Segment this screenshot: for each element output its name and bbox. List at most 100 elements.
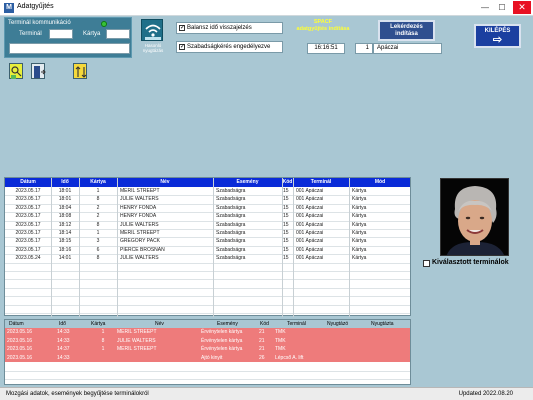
alerts-table[interactable]: Dátum Idő Kártya Név Esemény Kód Terminá… — [4, 319, 411, 389]
card-label: Kártya — [83, 31, 101, 37]
column-header[interactable]: Terminál — [293, 178, 349, 187]
spacf-subtitle: adatgyűjtés indítása — [296, 26, 350, 32]
table-cell: 001 Apáczai — [296, 238, 324, 245]
message-field[interactable] — [9, 43, 130, 54]
column-header[interactable]: Kód — [260, 320, 274, 328]
alert-cell: 1 — [101, 346, 105, 352]
alert-cell: 1 — [101, 329, 105, 335]
alert-cell: 2023.05.16 — [7, 354, 33, 361]
table-cell: 15 — [283, 238, 289, 245]
column-header[interactable]: Idő — [51, 178, 79, 187]
terminal-field[interactable] — [49, 29, 73, 39]
alert-cell: 2023.05.16 — [7, 346, 33, 352]
alert-row[interactable]: 2023.05.16 14:33 8 JULIE WALTERS Érvénytelen… — [5, 336, 410, 345]
card-field[interactable] — [106, 29, 130, 39]
alerts-table-header: Dátum Idő Kártya Név Esemény Kód Terminá… — [5, 320, 410, 328]
column-header[interactable]: Név — [117, 178, 213, 187]
table-cell: 8 — [96, 221, 100, 228]
alert-cell: 14:33 — [57, 337, 70, 344]
table-cell: 14:01 — [58, 255, 72, 262]
table-cell: 2023.05.17 — [15, 221, 41, 228]
table-cell: 001 Apáczai — [296, 188, 324, 194]
table-cell: Kártya — [352, 213, 367, 220]
table-cell: 18:14 — [58, 230, 72, 236]
column-header[interactable]: Nyugtázta — [371, 320, 407, 328]
table-cell: Kártya — [352, 246, 367, 253]
employee-photo — [440, 178, 509, 256]
column-header[interactable]: Esemény — [213, 178, 282, 187]
alert-row[interactable]: 2023.05.16 14:37 1 MERIL STREEPT Érvénytelen… — [5, 345, 410, 354]
column-divider — [213, 178, 214, 317]
table-cell: 18:01 — [58, 188, 72, 194]
table-cell: GREGORY PACK — [120, 238, 161, 245]
table-cell: 1 — [96, 230, 100, 236]
leave-request-enabled-checkbox[interactable]: ✓ Szabadságkérés engedélyezve — [176, 41, 283, 53]
spacf-start-link[interactable]: SPACF adatgyűjtés indítása — [289, 19, 357, 33]
exit-button[interactable]: KILÉPÉS ⇨ — [474, 24, 521, 48]
up-down-transfer-tool-icon[interactable] — [73, 63, 87, 79]
column-header[interactable]: Nyugtázó — [327, 320, 361, 328]
table-cell: Szabadságra — [216, 238, 246, 245]
table-cell: 15 — [283, 188, 289, 194]
table-cell: 18:04 — [58, 204, 72, 211]
column-header[interactable]: Kártya — [91, 320, 117, 328]
column-header[interactable]: Esemény — [217, 320, 257, 328]
table-cell: 18:08 — [58, 213, 72, 220]
table-cell: Kártya — [352, 204, 367, 211]
time-display: 16:16:51 — [307, 43, 345, 54]
table-cell: Szabadságra — [216, 255, 246, 262]
column-header[interactable]: Mód — [349, 178, 411, 187]
alert-cell: TMK — [275, 346, 286, 352]
checkbox-check-icon: ✓ — [179, 44, 186, 50]
alert-cell: 2023.05.16 — [7, 329, 33, 335]
table-cell: 18:15 — [58, 238, 72, 245]
table-cell: 2023.05.17 — [15, 196, 41, 203]
table-cell: MERIL STREEPT — [120, 230, 160, 236]
alert-row[interactable]: 2023.05.16 14:33 Ajtó kinyit 26 Lépcső A. li… — [5, 353, 410, 362]
alert-cell: JULIE WALTERS — [117, 337, 156, 344]
selected-terminals-checkbox[interactable] — [423, 260, 430, 267]
exit-label: KILÉPÉS — [484, 28, 511, 34]
minimize-button[interactable]: — — [477, 1, 493, 14]
events-table[interactable]: Dátum Idő Kártya Név Esemény Kód Terminá… — [4, 177, 411, 317]
column-header[interactable]: Kód — [282, 178, 293, 187]
maximize-button[interactable]: ☐ — [494, 1, 510, 14]
table-cell: 8 — [96, 196, 100, 203]
acknowledge-label: Hasonló nyugtázás — [134, 43, 172, 53]
table-cell: 2023.05.17 — [15, 246, 41, 253]
alert-cell: TMK — [275, 329, 286, 335]
close-button[interactable]: ✕ — [513, 1, 531, 14]
table-cell: Kártya — [352, 196, 367, 203]
key-tool-icon[interactable] — [9, 63, 23, 79]
column-header[interactable]: Idő — [59, 320, 79, 328]
table-cell: Szabadságra — [216, 230, 246, 236]
spacf-title: SPACF — [313, 19, 333, 25]
column-header[interactable]: Név — [155, 320, 175, 328]
wireless-acknowledge-icon[interactable] — [141, 19, 163, 41]
table-cell: Szabadságra — [216, 204, 246, 211]
terminal-number-field[interactable]: 1 — [355, 43, 373, 54]
start-query-label-line2: indítása — [395, 31, 418, 37]
balance-time-feedback-checkbox[interactable]: ✓ Balansz idő visszajelzés — [176, 22, 283, 34]
status-message: Mozgási adatok, események begyűjtése ter… — [6, 391, 149, 397]
column-header[interactable]: Dátum — [5, 178, 51, 187]
table-cell: Szabadságra — [216, 196, 246, 203]
table-cell: MERIL STREEPT — [120, 188, 160, 194]
row-divider — [5, 379, 410, 380]
table-cell: Kártya — [352, 238, 367, 245]
table-cell: 15 — [283, 213, 289, 220]
door-exit-tool-icon[interactable] — [31, 63, 46, 79]
title-bar: M Adatgyűjtés — ☐ ✕ — [0, 0, 533, 16]
start-query-button[interactable]: Lekérdezés indítása — [378, 20, 435, 41]
column-divider — [282, 178, 283, 317]
terminal-place-field[interactable]: Apáczai — [373, 43, 442, 54]
column-header[interactable]: Terminál — [287, 320, 317, 328]
column-header[interactable]: Kártya — [79, 178, 117, 187]
alert-cell: TMK — [275, 337, 286, 344]
column-header[interactable]: Dátum — [9, 320, 45, 328]
alert-row[interactable]: 2023.05.16 14:33 1 MERIL STREEPT Érvénytelen… — [5, 328, 410, 337]
alert-cell: Érvénytelen kártya — [201, 329, 243, 335]
table-cell: Szabadságra — [216, 213, 246, 220]
table-cell: 15 — [283, 204, 289, 211]
table-cell: 2 — [96, 204, 100, 211]
